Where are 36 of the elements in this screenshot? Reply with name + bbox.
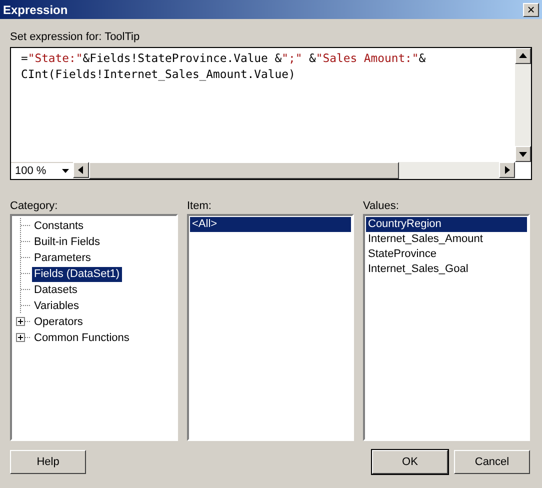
list-item[interactable]: <All> <box>190 217 351 232</box>
horizontal-scrollbar[interactable] <box>73 162 515 179</box>
category-label: Category: <box>10 199 59 214</box>
vertical-scrollbar[interactable] <box>515 48 531 162</box>
close-button[interactable]: × <box>523 2 539 16</box>
tree-item[interactable]: Common Functions <box>32 330 132 346</box>
expression-label: Set expression for: ToolTip <box>10 30 141 45</box>
expression-editor[interactable]: ="State:"&Fields!StateProvince.Value &";" &"Sales Amount:"& CInt(Fields!Internet_Sales_Amount.Value) 100 % <box>10 47 532 180</box>
values-label: Values: <box>363 199 400 214</box>
dropdown-caret-icon <box>62 169 69 173</box>
scroll-up-button[interactable] <box>515 48 531 64</box>
tree-item[interactable]: Parameters <box>32 250 93 266</box>
ok-button[interactable]: OK <box>372 450 448 474</box>
tree-item[interactable]: Constants <box>32 218 86 234</box>
tree-item[interactable]: Fields (DataSet1) <box>32 266 122 282</box>
item-label: Item: <box>187 199 212 214</box>
scroll-right-button[interactable] <box>499 162 515 178</box>
list-item[interactable]: Internet_Sales_Goal <box>366 262 527 277</box>
code-line: CInt(Fields!Internet_Sales_Amount.Value) <box>21 66 296 82</box>
code-line: ="State:"&Fields!StateProvince.Value &";" &"Sales Amount:"& <box>21 50 427 66</box>
scroll-left-button[interactable] <box>73 162 89 178</box>
category-tree[interactable]: Constants Built-in Fields Parameters Fields (DataSet1) Datasets Variables Operators Common Functions <box>10 214 178 441</box>
cancel-button[interactable]: Cancel <box>454 450 530 474</box>
scrollbar-thumb[interactable] <box>89 162 399 179</box>
list-item[interactable]: StateProvince <box>366 247 527 262</box>
help-button[interactable]: Help <box>10 450 86 474</box>
tree-item[interactable]: Datasets <box>32 282 80 298</box>
values-list[interactable]: CountryRegion Internet_Sales_Amount StateProvince Internet_Sales_Goal <box>363 214 530 441</box>
tree-item[interactable]: Built-in Fields <box>32 234 102 250</box>
scroll-down-button[interactable] <box>515 146 531 162</box>
tree-item[interactable]: Variables <box>32 298 82 314</box>
tree-item[interactable]: Operators <box>32 314 85 330</box>
item-list[interactable]: <All> <box>187 214 354 441</box>
list-item[interactable]: CountryRegion <box>366 217 527 232</box>
window-title: Expression <box>3 2 68 16</box>
list-item[interactable]: Internet_Sales_Amount <box>366 232 527 247</box>
